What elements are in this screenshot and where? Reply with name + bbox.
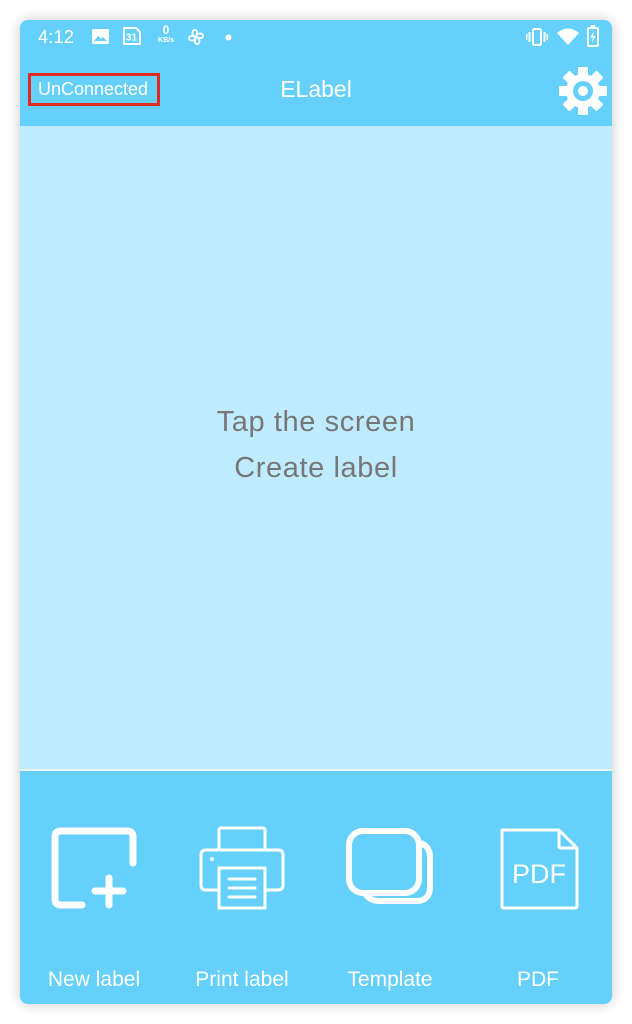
- print-label-button[interactable]: Print label: [168, 771, 316, 1004]
- dot-icon: [225, 34, 232, 41]
- pdf-button[interactable]: PDF PDF: [464, 771, 612, 1004]
- calendar-icon: 31: [123, 27, 141, 45]
- status-bar: 4:12 31 0 KB/s: [20, 20, 612, 54]
- bottom-toolbar: New label Print label Template PDF PDF: [20, 771, 612, 1004]
- template-button[interactable]: Template: [316, 771, 464, 1004]
- new-label-icon: [51, 827, 137, 909]
- print-label-label: Print label: [195, 968, 289, 991]
- app-title: ELabel: [280, 76, 352, 102]
- app-bar: UnConnected ELabel: [20, 54, 612, 126]
- vibrate-icon: [526, 28, 548, 46]
- net-speed-value: 0: [162, 23, 170, 37]
- image-icon: [92, 29, 109, 44]
- pdf-label: PDF: [517, 968, 559, 991]
- fan-icon: [188, 29, 204, 45]
- pdf-icon-text: PDF: [512, 859, 566, 889]
- phone-screen: 4:12 31 0 KB/s UnConnected ELabel Tap th…: [20, 20, 612, 1004]
- pdf-icon: PDF: [500, 828, 579, 910]
- status-time: 4:12: [38, 27, 75, 47]
- net-speed-unit: KB/s: [158, 37, 174, 44]
- battery-charging-icon: [587, 25, 599, 47]
- label-canvas[interactable]: Tap the screen Create label: [20, 126, 612, 769]
- canvas-hint-line1: Tap the screen: [216, 406, 416, 438]
- calendar-day: 31: [126, 33, 138, 44]
- gear-icon[interactable]: [558, 66, 608, 116]
- template-label: Template: [347, 968, 433, 991]
- canvas-hint-line2: Create label: [234, 452, 398, 484]
- template-icon: [346, 828, 433, 904]
- new-label-button[interactable]: New label: [20, 771, 168, 1004]
- new-label-label: New label: [47, 968, 141, 991]
- wifi-icon: [557, 28, 579, 45]
- printer-icon: [199, 826, 285, 910]
- network-speed-icon: 0 KB/s: [154, 24, 178, 45]
